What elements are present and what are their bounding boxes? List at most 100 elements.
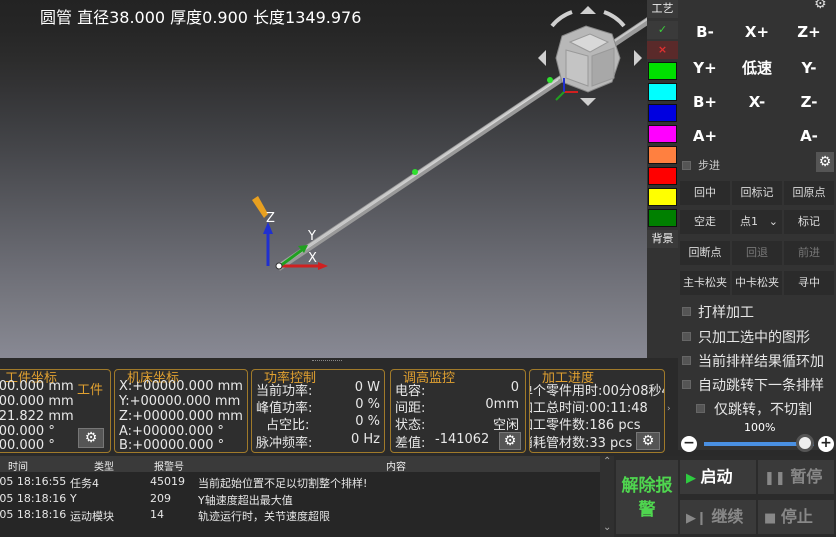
speed-slider-handle[interactable] bbox=[796, 434, 814, 452]
view-rotate-down-icon[interactable] bbox=[580, 98, 596, 106]
stop-icon: ■ bbox=[764, 511, 781, 526]
step-mode-checkbox[interactable] bbox=[682, 161, 691, 170]
start-label: 启动 bbox=[700, 467, 733, 486]
log-header-time: 时间 bbox=[8, 462, 28, 473]
log-header: 时间 类型 报警号 内容 bbox=[0, 456, 600, 473]
viewport-canvas[interactable]: Z Y X bbox=[0, 0, 647, 358]
power-control-panel: 功率控制 当前功率: 0 W 峰值功率: 0 % 占空比: 0 % 脉冲频率: … bbox=[251, 369, 385, 453]
view-rotate-right-icon[interactable] bbox=[634, 50, 642, 66]
height-settings-gear-icon[interactable]: ⚙ bbox=[499, 432, 521, 450]
power-peak-value: 0 % bbox=[355, 397, 380, 412]
layer-enable-check-icon[interactable]: ✓ bbox=[647, 21, 678, 39]
3d-viewport[interactable]: Z Y X 圆管 直径38.000 厚度0.900 长度1349.976 bbox=[0, 0, 647, 358]
background-button[interactable]: 背景 bbox=[647, 230, 678, 248]
tubes-consumed: 消耗管材数:33 pcs bbox=[529, 436, 633, 451]
capacitance-value: 0 bbox=[510, 380, 519, 395]
jog-b-plus-button[interactable]: B+ bbox=[680, 88, 730, 116]
continue-label: 继续 bbox=[711, 507, 744, 526]
main-chuck-release-button[interactable]: 主卡松夹 bbox=[680, 271, 730, 295]
processing-progress-panel: 加工进度 单个零件用时:00分08秒40 加工总时间:00:11:48 加工零件… bbox=[529, 369, 665, 453]
power-duty-value: 0 % bbox=[355, 414, 380, 429]
point-select-value: 点1 bbox=[740, 215, 758, 228]
layer-color-yellow[interactable] bbox=[648, 188, 677, 206]
scroll-up-icon[interactable]: ⌃ bbox=[603, 456, 611, 467]
view-rotate-left-icon[interactable] bbox=[538, 50, 546, 66]
layer-color-orange[interactable] bbox=[648, 146, 677, 164]
start-button[interactable]: ▶ 启动 bbox=[680, 460, 756, 494]
log-row-1-content: 当前起始位置不足以切割整个排样! bbox=[198, 477, 368, 490]
panel-scrollbar[interactable]: › bbox=[665, 369, 678, 453]
jog-z-plus-button[interactable]: Z+ bbox=[784, 18, 834, 46]
log-row-3-time: 2025/06/05 18:18:16 bbox=[0, 508, 67, 521]
speed-percent: 100% bbox=[744, 421, 776, 434]
find-center-button[interactable]: 寻中 bbox=[784, 271, 834, 295]
layer-color-dark-green[interactable] bbox=[648, 209, 677, 227]
layer-color-magenta[interactable] bbox=[648, 125, 677, 143]
layer-disable-cross-icon[interactable]: × bbox=[647, 41, 678, 59]
mark-button[interactable]: 标记 bbox=[784, 210, 834, 234]
jog-b-minus-button[interactable]: B- bbox=[680, 18, 730, 46]
pause-button[interactable]: ❚❚ 暂停 bbox=[758, 460, 834, 494]
z-axis-label: Z bbox=[266, 211, 275, 226]
option-label-sample: 打样加工 bbox=[698, 305, 754, 321]
option-checkbox-auto-next[interactable] bbox=[682, 380, 691, 389]
stop-button[interactable]: ■ 停止 bbox=[758, 500, 834, 534]
jog-x-plus-button[interactable]: X+ bbox=[732, 18, 782, 46]
dry-run-button[interactable]: 空走 bbox=[680, 210, 730, 234]
speed-decrease-button[interactable]: − bbox=[681, 436, 697, 452]
progress-settings-gear-icon[interactable]: ⚙ bbox=[636, 432, 660, 450]
option-checkbox-selected-only[interactable] bbox=[682, 332, 691, 341]
view-orbit-cw-icon[interactable] bbox=[603, 10, 626, 28]
machine-x: X:+00000.000 mm bbox=[119, 379, 243, 394]
status-value: 空闲 bbox=[492, 418, 519, 433]
layer-color-blue[interactable] bbox=[648, 104, 677, 122]
panel-splitter[interactable] bbox=[0, 358, 678, 366]
option-checkbox-jump-only[interactable] bbox=[696, 404, 705, 413]
view-orbit-ccw-icon[interactable] bbox=[550, 10, 573, 28]
coord-mode-toggle[interactable]: 工件 bbox=[77, 379, 103, 398]
scroll-down-icon[interactable]: ⌄ bbox=[603, 522, 611, 533]
workpiece-settings-gear-icon[interactable]: ⚙ bbox=[78, 428, 104, 448]
step-forward-button[interactable]: 前进 bbox=[784, 241, 834, 265]
splitter-grip bbox=[312, 360, 342, 362]
difference-value: -141062 bbox=[435, 432, 490, 447]
power-current-value: 0 W bbox=[354, 380, 380, 395]
machine-coordinates-panel: 机床坐标 X:+00000.000 mm Y:+00000.000 mm Z:+… bbox=[114, 369, 248, 453]
jog-z-minus-button[interactable]: Z- bbox=[784, 88, 834, 116]
step-settings-gear-icon[interactable]: ⚙ bbox=[816, 152, 834, 172]
stop-label: 停止 bbox=[780, 507, 813, 526]
point-select-dropdown[interactable]: 点1 ⌄ bbox=[732, 210, 782, 234]
view-cube[interactable] bbox=[538, 6, 642, 106]
scroll-right-icon[interactable]: › bbox=[667, 404, 671, 414]
option-checkbox-sample[interactable] bbox=[682, 307, 691, 316]
go-origin-button[interactable]: 回原点 bbox=[784, 181, 834, 205]
option-checkbox-loop[interactable] bbox=[682, 356, 691, 365]
go-center-button[interactable]: 回中 bbox=[680, 181, 730, 205]
process-button[interactable]: 工艺 bbox=[647, 0, 678, 18]
jog-a-minus-button[interactable]: A- bbox=[784, 122, 834, 150]
go-breakpoint-button[interactable]: 回断点 bbox=[680, 241, 730, 265]
jog-control-panel: ⚙ B- X+ Z+ Y+ 低速 Y- B+ X- Z- A+ A- 步进 ⚙ … bbox=[678, 0, 836, 452]
height-monitor-panel: 调高监控 电容: 0 间距: 0mm 状态: 空闲 差值: -141062 ⚙ bbox=[390, 369, 526, 453]
layer-color-cyan[interactable] bbox=[648, 83, 677, 101]
view-rotate-up-icon[interactable] bbox=[580, 6, 596, 14]
jog-settings-gear-icon[interactable]: ⚙ bbox=[814, 0, 827, 12]
release-alarm-button[interactable]: 解除报警 bbox=[616, 460, 678, 534]
jog-a-plus-button[interactable]: A+ bbox=[680, 122, 730, 150]
workpiece-b: +00000.000 ° bbox=[0, 438, 55, 453]
continue-button[interactable]: ▶❙ 继续 bbox=[680, 500, 756, 534]
log-scrollbar[interactable]: ⌃ ⌄ bbox=[600, 456, 614, 537]
go-mark-button[interactable]: 回标记 bbox=[732, 181, 782, 205]
layer-color-red[interactable] bbox=[648, 167, 677, 185]
workpiece-y: +00000.000 mm bbox=[0, 394, 74, 409]
origin-marker bbox=[275, 262, 283, 270]
step-back-button[interactable]: 回退 bbox=[732, 241, 782, 265]
layer-color-green[interactable] bbox=[648, 62, 677, 80]
mid-chuck-release-button[interactable]: 中卡松夹 bbox=[732, 271, 782, 295]
jog-y-plus-button[interactable]: Y+ bbox=[680, 54, 730, 82]
jog-low-speed-button[interactable]: 低速 bbox=[732, 54, 782, 82]
speed-increase-button[interactable]: + bbox=[818, 436, 834, 452]
jog-x-minus-button[interactable]: X- bbox=[732, 88, 782, 116]
jog-y-minus-button[interactable]: Y- bbox=[784, 54, 834, 82]
log-row-2-type: Y bbox=[70, 492, 77, 505]
